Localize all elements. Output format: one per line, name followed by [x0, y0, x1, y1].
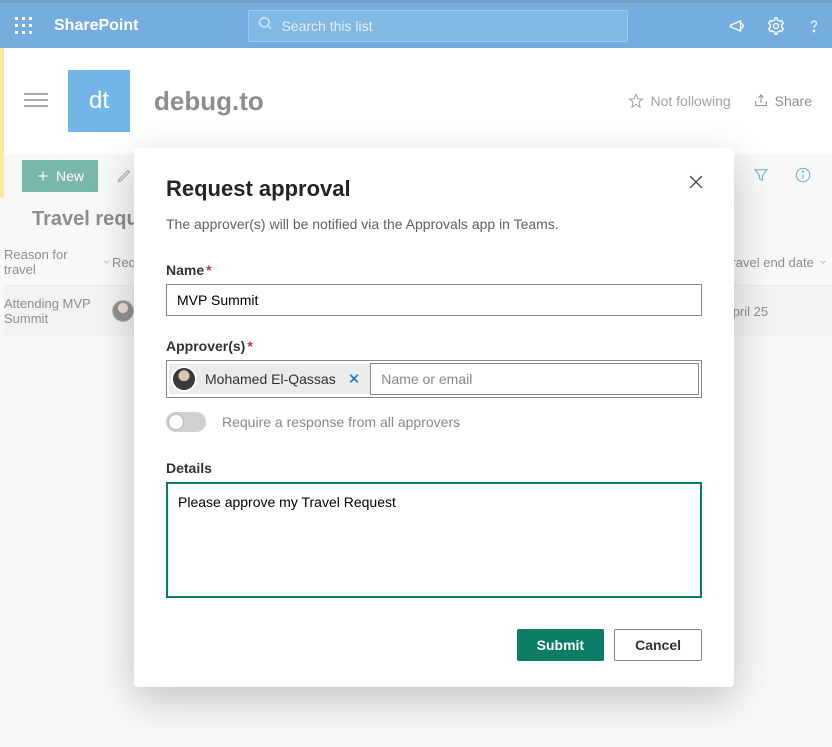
- require-all-label: Require a response from all approvers: [222, 414, 460, 430]
- approvers-input[interactable]: [370, 363, 699, 395]
- request-approval-dialog: Request approval The approver(s) will be…: [134, 148, 734, 687]
- approvers-field[interactable]: Mohamed El-Qassas ✕: [166, 360, 702, 398]
- dialog-title: Request approval: [166, 176, 702, 202]
- name-input[interactable]: [166, 284, 702, 316]
- person-chip-label: Mohamed El-Qassas: [205, 371, 336, 387]
- avatar: [171, 366, 197, 392]
- cancel-button[interactable]: Cancel: [614, 629, 702, 661]
- details-textarea[interactable]: [166, 482, 702, 598]
- submit-button[interactable]: Submit: [517, 629, 604, 661]
- person-chip: Mohamed El-Qassas ✕: [169, 364, 370, 394]
- approvers-label: Approver(s)*: [166, 338, 702, 354]
- name-label: Name*: [166, 262, 702, 278]
- details-label: Details: [166, 460, 702, 476]
- require-all-toggle[interactable]: [166, 412, 206, 432]
- close-icon[interactable]: [686, 172, 710, 196]
- dialog-subtitle: The approver(s) will be notified via the…: [166, 216, 702, 232]
- remove-chip-icon[interactable]: ✕: [344, 370, 365, 388]
